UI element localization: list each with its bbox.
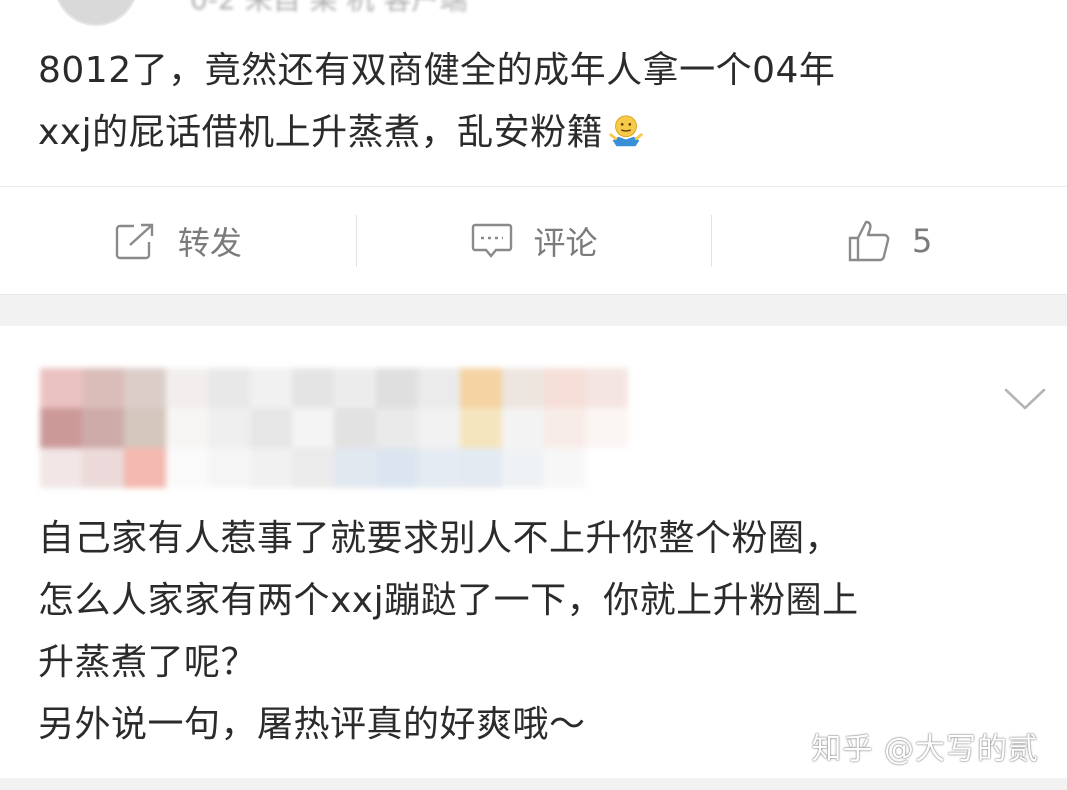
comment-icon (471, 223, 512, 258)
post-text-line: xxj的屁话借机上升蒸煮，乱安粉籍 (38, 112, 604, 153)
comment-text-line: 升蒸煮了呢？ (38, 642, 258, 683)
comment-button[interactable]: 评论 (355, 187, 712, 295)
comment-text-line: 自己家有人惹事了就要求别人不上升你整个粉圈， (38, 518, 842, 559)
watermark: 知乎 @大写的贰 (811, 732, 1039, 767)
comment-body: 自己家有人惹事了就要求别人不上升你整个粉圈， 怎么人家家有两个xxj蹦跶了一下，… (38, 508, 1038, 756)
chevron-down-icon[interactable] (1003, 386, 1047, 414)
post-meta: 0-2 来自 某 机 客户端 (190, 0, 467, 18)
repost-button[interactable]: 转发 (0, 187, 356, 295)
pixelated-user-header (40, 368, 660, 488)
post-body: 8012了，竟然还有双商健全的成年人拿一个04年 xxj的屁话借机上升蒸煮，乱安… (38, 40, 1028, 164)
bottom-separator (0, 778, 1067, 790)
card-separator (0, 294, 1067, 327)
shrug-emoji-icon (609, 115, 643, 147)
repost-label: 转发 (177, 224, 242, 262)
weibo-screenshot: 0-2 来自 某 机 客户端 8012了，竟然还有双商健全的成年人拿一个04年 … (0, 0, 1067, 790)
avatar[interactable] (54, 0, 138, 26)
like-button[interactable]: 5 (711, 187, 1067, 295)
post-text-line: 8012了，竟然还有双商健全的成年人拿一个04年 (38, 50, 836, 91)
post-header: 0-2 来自 某 机 客户端 (40, 0, 660, 30)
action-bar: 转发 评论 5 (0, 186, 1067, 295)
like-count: 5 (912, 222, 933, 260)
comment-card: 自己家有人惹事了就要求别人不上升你整个粉圈， 怎么人家家有两个xxj蹦跶了一下，… (0, 326, 1067, 778)
repost-icon (115, 223, 154, 260)
post-card: 0-2 来自 某 机 客户端 8012了，竟然还有双商健全的成年人拿一个04年 … (0, 0, 1067, 294)
thumbs-up-icon (848, 220, 890, 262)
comment-label: 评论 (533, 224, 598, 262)
comment-text-line: 怎么人家家有两个xxj蹦跶了一下，你就上升粉圈上 (38, 580, 859, 621)
